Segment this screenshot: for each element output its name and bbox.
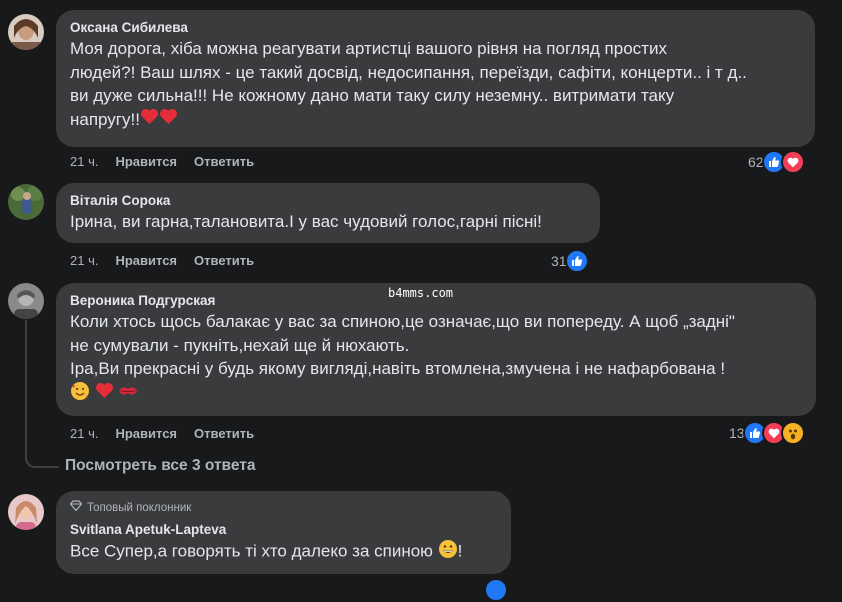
reply-button[interactable]: Ответить	[194, 253, 254, 268]
comment-timestamp[interactable]: 21 ч.	[70, 426, 98, 441]
avatar[interactable]	[8, 184, 44, 220]
comment-line: Все Супер,а говорять ті хто далеко за сп…	[70, 541, 433, 561]
comment-author[interactable]: Svitlana Apetuk-Lapteva	[70, 521, 497, 539]
comment-bubble: Вероника Подгурская Коли хтось щось бала…	[56, 283, 816, 416]
avatar[interactable]	[8, 14, 44, 50]
reaction-summary[interactable]: 13	[729, 421, 805, 445]
comment-line: Моя дорога, хіба можна реагувати артистц…	[70, 39, 667, 58]
red-heart-icon	[159, 108, 178, 132]
emoji-row	[70, 381, 802, 405]
comment-line: напругу!!	[70, 109, 140, 129]
comment-line: ви дуже сильна!!! Не кожному дано мати т…	[70, 86, 675, 105]
top-fan-badge[interactable]: Топовый поклонник	[69, 500, 497, 516]
reply-button[interactable]: Ответить	[194, 426, 254, 441]
comment-timestamp[interactable]: 21 ч.	[70, 154, 98, 169]
like-icon[interactable]	[484, 578, 508, 602]
comment-line: Іра,Ви прекрасні у будь якому вигляді,на…	[70, 359, 726, 378]
comment-actions: 21 ч. Нравится Ответить	[70, 154, 271, 169]
comment-timestamp[interactable]: 21 ч.	[70, 253, 98, 268]
kiss-mark-icon	[118, 382, 138, 406]
comment-author[interactable]: Оксана Сибилева	[70, 19, 801, 37]
like-button[interactable]: Нравится	[115, 154, 177, 169]
comment-line: Коли хтось щось балакає у вас за спиною,…	[70, 312, 735, 331]
reply-thread-line	[25, 320, 59, 468]
comment-bubble: Оксана Сибилева Моя дорога, хіба можна р…	[56, 10, 815, 147]
comment-line: Ірина, ви гарна,талановита.І у вас чудов…	[70, 212, 542, 231]
like-icon	[564, 249, 589, 273]
love-icon	[780, 150, 805, 174]
like-button[interactable]: Нравится	[115, 253, 177, 268]
red-heart-icon	[95, 382, 114, 406]
comment-trailing-text: !	[457, 541, 463, 561]
red-heart-icon	[140, 108, 159, 132]
comment-line-with-emoji: Все Супер,а говорять ті хто далеко за сп…	[70, 539, 497, 566]
comment-author[interactable]: Віталія Сорока	[70, 192, 586, 210]
comment-actions: 21 ч. Нравится Ответить	[70, 253, 271, 268]
comment-actions: 21 ч. Нравится Ответить	[70, 426, 271, 441]
wow-icon	[780, 421, 805, 445]
reaction-summary[interactable]: 62	[748, 150, 805, 174]
avatar[interactable]	[8, 494, 44, 530]
like-button[interactable]: Нравится	[115, 426, 177, 441]
reply-button[interactable]: Ответить	[194, 154, 254, 169]
comment-line: не сумували - пукніть,нехай ще й нюхають…	[70, 335, 410, 355]
comment-line-with-emoji: напругу!!	[70, 108, 801, 132]
reaction-summary[interactable]: 31	[551, 249, 589, 273]
diamond-icon	[69, 500, 83, 516]
view-replies-link[interactable]: Посмотреть все 3 ответа	[65, 457, 256, 475]
grinning-face-icon	[438, 539, 458, 566]
smiling-face-with-hearts-icon	[70, 381, 90, 408]
badge-label: Топовый поклонник	[87, 502, 192, 514]
watermark: b4mms.com	[388, 286, 454, 300]
comment-line: людей?! Ваш шлях - це такий досвід, недо…	[70, 62, 747, 82]
comment-bubble: Топовый поклонник Svitlana Apetuk-Laptev…	[56, 491, 511, 574]
comment-bubble: Віталія Сорока Ірина, ви гарна,талановит…	[56, 183, 600, 243]
avatar[interactable]	[8, 283, 44, 319]
